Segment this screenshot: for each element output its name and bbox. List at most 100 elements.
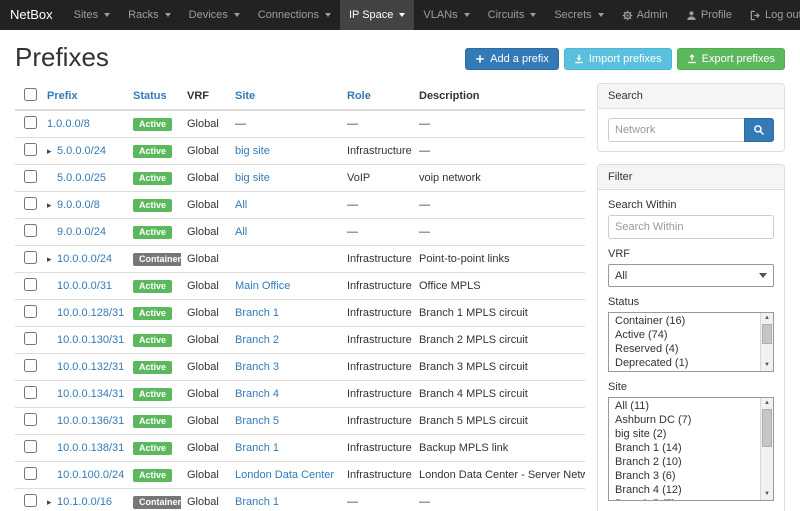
site-link[interactable]: big site: [235, 145, 270, 157]
prefix-link[interactable]: 10.0.0.136/31: [57, 415, 124, 427]
row-checkbox[interactable]: [24, 143, 37, 156]
status-filter-listbox[interactable]: Container (16)Active (74)Reserved (4)Dep…: [608, 312, 774, 372]
vrf-select[interactable]: All: [608, 264, 774, 287]
row-checkbox[interactable]: [24, 467, 37, 480]
status-badge: Active: [133, 415, 172, 428]
search-within-input[interactable]: [608, 215, 774, 239]
column-header-site[interactable]: Site: [229, 83, 341, 110]
nav-item-admin[interactable]: Admin: [613, 0, 677, 30]
vrf-cell: Global: [181, 192, 229, 219]
vrf-cell: Global: [181, 435, 229, 462]
site-link[interactable]: Branch 2: [235, 334, 279, 346]
search-within-label: Search Within: [608, 199, 774, 211]
row-checkbox[interactable]: [24, 197, 37, 210]
filter-option[interactable]: Branch 2 (10): [609, 455, 759, 469]
row-checkbox[interactable]: [24, 359, 37, 372]
prefix-link[interactable]: 5.0.0.0/25: [57, 172, 106, 184]
app-logo[interactable]: NetBox: [0, 0, 65, 30]
nav-item-profile[interactable]: Profile: [677, 0, 741, 30]
search-input[interactable]: [608, 118, 744, 142]
nav-item-secrets[interactable]: Secrets: [545, 0, 612, 30]
add-a-prefix-button[interactable]: Add a prefix: [465, 48, 559, 70]
prefix-link[interactable]: 10.0.100.0/24: [57, 469, 124, 481]
scroll-thumb[interactable]: [762, 409, 772, 447]
nav-item-devices[interactable]: Devices: [180, 0, 249, 30]
row-checkbox[interactable]: [24, 332, 37, 345]
site-link[interactable]: big site: [235, 172, 270, 184]
filter-option[interactable]: Branch 5 (7): [609, 497, 759, 501]
row-checkbox[interactable]: [24, 386, 37, 399]
prefix-link[interactable]: 10.0.0.138/31: [57, 442, 124, 454]
prefix-link[interactable]: 1.0.0.0/8: [47, 118, 90, 130]
prefix-link[interactable]: 10.0.0.132/31: [57, 361, 124, 373]
row-checkbox[interactable]: [24, 251, 37, 264]
filter-option[interactable]: Branch 1 (14): [609, 441, 759, 455]
prefix-link[interactable]: 10.0.0.134/31: [57, 388, 124, 400]
site-link[interactable]: Branch 4: [235, 388, 279, 400]
navbar-items: SitesRacksDevicesConnectionsIP SpaceVLAN…: [65, 0, 613, 30]
site-link[interactable]: Branch 1: [235, 307, 279, 319]
site-scrollbar[interactable]: ▲ ▼: [760, 398, 773, 500]
prefix-link[interactable]: 10.1.0.0/16: [57, 496, 112, 508]
scroll-up-icon[interactable]: ▲: [761, 398, 773, 409]
site-link[interactable]: Branch 1: [235, 442, 279, 454]
select-all-checkbox[interactable]: [24, 88, 37, 101]
site-link[interactable]: London Data Center: [235, 469, 334, 481]
filter-option[interactable]: big site (2): [609, 427, 759, 441]
row-checkbox[interactable]: [24, 278, 37, 291]
row-checkbox[interactable]: [24, 494, 37, 507]
row-checkbox[interactable]: [24, 413, 37, 426]
site-filter-listbox[interactable]: All (11)Ashburn DC (7)big site (2)Branch…: [608, 397, 774, 501]
filter-option[interactable]: Reserved (4): [609, 342, 759, 356]
filter-option[interactable]: Ashburn DC (7): [609, 413, 759, 427]
filter-option[interactable]: All (11): [609, 399, 759, 413]
row-checkbox[interactable]: [24, 440, 37, 453]
row-checkbox[interactable]: [24, 116, 37, 129]
vrf-cell: Global: [181, 300, 229, 327]
prefix-link[interactable]: 10.0.0.130/31: [57, 334, 124, 346]
nav-item-circuits[interactable]: Circuits: [479, 0, 546, 30]
nav-item-racks[interactable]: Racks: [119, 0, 180, 30]
site-link[interactable]: Branch 3: [235, 361, 279, 373]
filter-option[interactable]: Branch 3 (6): [609, 469, 759, 483]
status-badge: Container: [133, 496, 181, 509]
row-checkbox[interactable]: [24, 305, 37, 318]
filter-option[interactable]: Branch 4 (12): [609, 483, 759, 497]
prefix-link[interactable]: 9.0.0.0/24: [57, 226, 106, 238]
site-cell: All: [229, 192, 341, 219]
column-header-status[interactable]: Status: [127, 83, 181, 110]
site-cell: Branch 1: [229, 435, 341, 462]
search-button[interactable]: [744, 118, 774, 142]
site-link[interactable]: All: [235, 226, 247, 238]
nav-item-log-out[interactable]: Log out: [741, 0, 800, 30]
site-link[interactable]: All: [235, 199, 247, 211]
import-prefixes-button[interactable]: Import prefixes: [564, 48, 672, 70]
scroll-down-icon[interactable]: ▼: [761, 360, 773, 371]
site-link[interactable]: Branch 1: [235, 496, 279, 508]
nav-item-connections[interactable]: Connections: [249, 0, 340, 30]
export-prefixes-button[interactable]: Export prefixes: [677, 48, 785, 70]
site-link[interactable]: Main Office: [235, 280, 290, 292]
column-header-role[interactable]: Role: [341, 83, 413, 110]
prefix-link[interactable]: 5.0.0.0/24: [57, 145, 106, 157]
column-header-prefix[interactable]: Prefix: [41, 83, 127, 110]
prefix-link[interactable]: 10.0.0.0/31: [57, 280, 112, 292]
site-cell: big site: [229, 165, 341, 192]
filter-option[interactable]: Deprecated (1): [609, 356, 759, 370]
scroll-down-icon[interactable]: ▼: [761, 489, 773, 500]
nav-item-ip-space[interactable]: IP Space: [340, 0, 414, 30]
nav-item-sites[interactable]: Sites: [65, 0, 119, 30]
status-scrollbar[interactable]: ▲ ▼: [760, 313, 773, 371]
nav-item-vlans[interactable]: VLANs: [414, 0, 478, 30]
row-checkbox[interactable]: [24, 224, 37, 237]
row-checkbox[interactable]: [24, 170, 37, 183]
site-link[interactable]: Branch 5: [235, 415, 279, 427]
export-icon: [687, 54, 697, 64]
prefix-link[interactable]: 9.0.0.0/8: [57, 199, 100, 211]
scroll-thumb[interactable]: [762, 324, 772, 344]
filter-option[interactable]: Container (16): [609, 314, 759, 328]
prefix-link[interactable]: 10.0.0.0/24: [57, 253, 112, 265]
prefix-link[interactable]: 10.0.0.128/31: [57, 307, 124, 319]
scroll-up-icon[interactable]: ▲: [761, 313, 773, 324]
filter-option[interactable]: Active (74): [609, 328, 759, 342]
